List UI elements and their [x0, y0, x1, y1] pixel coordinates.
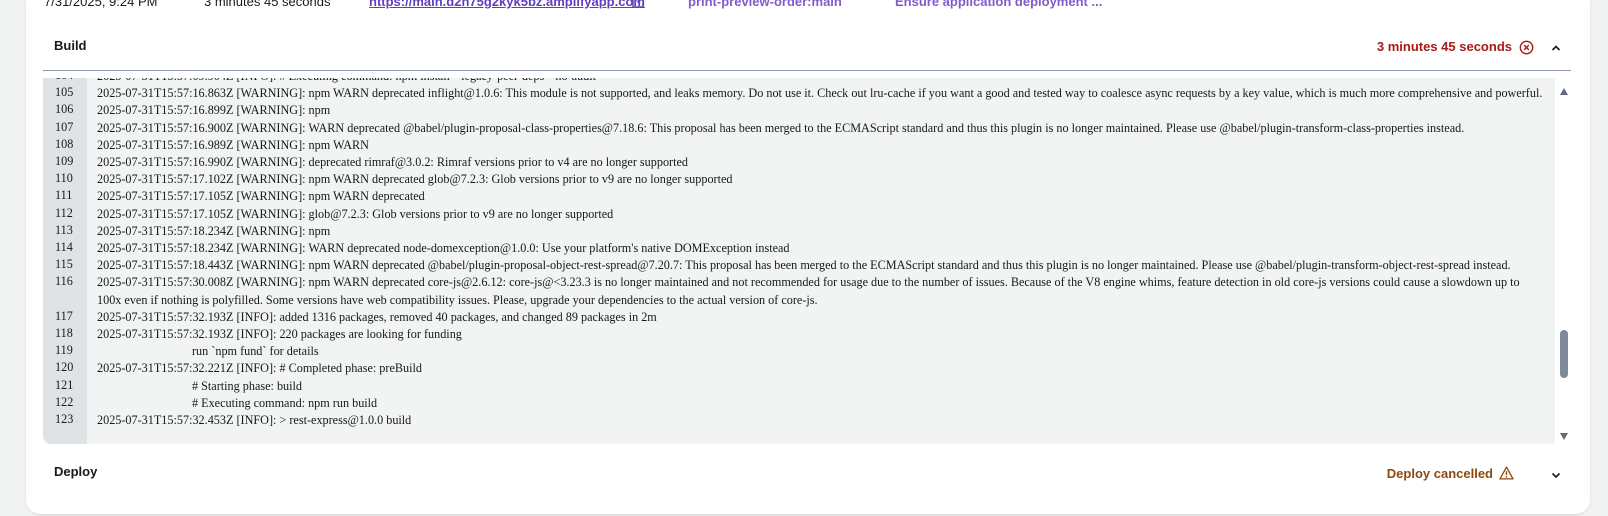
- scrollbar-thumb[interactable]: [1560, 330, 1568, 378]
- log-line-text: 2025-07-31T15:57:16.990Z [WARNING]: depr…: [97, 155, 689, 170]
- log-line-text: 2025-07-31T15:57:16.989Z [WARNING]: npm …: [97, 137, 369, 152]
- build-status-text: 3 minutes 45 seconds: [1376, 39, 1512, 54]
- log-line-number: 111: [55, 188, 73, 203]
- chevron-down-icon[interactable]: [1550, 469, 1562, 481]
- log-line-number: 112: [55, 205, 73, 220]
- deployment-date: 7/31/2025, 9:24 PM: [44, 0, 158, 9]
- log-lines: 104 2025-07-31T15:57:09.904Z [INFO]: # Ex…: [43, 78, 1555, 429]
- log-line-text: 2025-07-31T15:57:18.234Z [WARNING]: WARN…: [97, 241, 790, 256]
- log-line: 109 2025-07-31T15:57:16.990Z [WARNING]: d…: [43, 154, 1555, 171]
- log-line-number: 122: [55, 394, 74, 409]
- log-line-text: 2025-07-31T15:57:32.193Z [INFO]: 220 pac…: [97, 327, 462, 342]
- log-line: 112 2025-07-31T15:57:17.105Z [WARNING]: g…: [43, 206, 1555, 223]
- log-line-text: 2025-07-31T15:57:30.008Z [WARNING]: npm …: [97, 275, 1520, 307]
- log-line-number: 110: [55, 171, 73, 186]
- branch-link[interactable]: print-preview-order:main: [688, 0, 842, 9]
- log-line-number: 107: [55, 119, 74, 134]
- log-line-text: 2025-07-31T15:57:16.900Z [WARNING]: WARN…: [97, 120, 1465, 135]
- log-line-text: 2025-07-31T15:57:17.105Z [WARNING]: glob…: [97, 206, 614, 221]
- log-line-text: 2025-07-31T15:57:18.443Z [WARNING]: npm …: [97, 258, 1511, 273]
- log-line-number: 118: [55, 326, 73, 341]
- log-line-text: run `npm fund` for details: [192, 344, 319, 359]
- deployment-summary-row: 7/31/2025, 9:24 PM 3 minutes 45 seconds …: [26, 0, 1590, 10]
- warning-triangle-icon: [1499, 466, 1514, 480]
- log-line-number: 106: [55, 102, 74, 117]
- log-line: 106 2025-07-31T15:57:16.899Z [WARNING]: n…: [43, 102, 1555, 119]
- log-line-number: 114: [55, 240, 73, 255]
- external-link-icon[interactable]: [632, 0, 644, 8]
- log-line: 117 2025-07-31T15:57:32.193Z [INFO]: adde…: [43, 309, 1555, 326]
- log-scrollbar[interactable]: [1557, 86, 1571, 442]
- log-line-number: 113: [55, 222, 73, 237]
- log-line: 118 2025-07-31T15:57:32.193Z [INFO]: 220 …: [43, 326, 1555, 343]
- log-line: 121 # Starting phase: build: [43, 378, 1555, 395]
- log-line-text: 2025-07-31T15:57:32.221Z [INFO]: # Compl…: [97, 361, 422, 376]
- deploy-section-title: Deploy: [54, 464, 98, 479]
- log-line-number: 123: [55, 412, 74, 427]
- log-line-text: 2025-07-31T15:57:16.899Z [WARNING]: npm: [97, 103, 331, 118]
- log-line-number: 117: [55, 308, 73, 323]
- deployment-detail-panel: 7/31/2025, 9:24 PM 3 minutes 45 seconds …: [26, 0, 1590, 514]
- log-line: 113 2025-07-31T15:57:18.234Z [WARNING]: n…: [43, 223, 1555, 240]
- build-log-viewer[interactable]: 104 2025-07-31T15:57:09.904Z [INFO]: # Ex…: [43, 78, 1555, 444]
- section-divider: [43, 70, 1571, 71]
- chevron-up-icon[interactable]: [1550, 42, 1562, 54]
- log-line-number: 120: [55, 360, 74, 375]
- log-line: 114 2025-07-31T15:57:18.234Z [WARNING]: W…: [43, 240, 1555, 257]
- scroll-up-arrow-icon[interactable]: [1560, 88, 1568, 95]
- log-line-number: 121: [55, 377, 74, 392]
- log-line-text: # Starting phase: build: [192, 378, 303, 393]
- log-line-text: 2025-07-31T15:57:17.105Z [WARNING]: npm …: [97, 189, 425, 204]
- deploy-status-text: Deploy cancelled: [1386, 466, 1493, 481]
- log-line: 108 2025-07-31T15:57:16.989Z [WARNING]: n…: [43, 137, 1555, 154]
- commit-message-link[interactable]: Ensure application deployment ...: [895, 0, 1102, 9]
- log-line: 116 2025-07-31T15:57:30.008Z [WARNING]: n…: [43, 274, 1555, 308]
- log-line: 104 2025-07-31T15:57:09.904Z [INFO]: # Ex…: [43, 78, 1555, 85]
- log-line: 107 2025-07-31T15:57:16.900Z [WARNING]: W…: [43, 120, 1555, 137]
- log-line-text: 2025-07-31T15:57:17.102Z [WARNING]: npm …: [97, 172, 733, 187]
- log-line-text: 2025-07-31T15:57:09.904Z [INFO]: # Execu…: [97, 78, 1555, 85]
- deploy-section-header[interactable]: Deploy Deploy cancelled: [26, 458, 1590, 488]
- log-line: 119 run `npm fund` for details: [43, 343, 1555, 360]
- log-line: 120 2025-07-31T15:57:32.221Z [INFO]: # Co…: [43, 360, 1555, 377]
- log-line: 122 # Executing command: npm run build: [43, 395, 1555, 412]
- scroll-down-arrow-icon[interactable]: [1560, 433, 1568, 440]
- x-circle-icon: [1519, 40, 1534, 55]
- build-section-title: Build: [54, 38, 87, 53]
- log-line: 123 2025-07-31T15:57:32.453Z [INFO]: > re…: [43, 412, 1555, 429]
- log-line: 115 2025-07-31T15:57:18.443Z [WARNING]: n…: [43, 257, 1555, 274]
- log-line-number: 108: [55, 136, 74, 151]
- log-line-number: 115: [55, 257, 73, 272]
- log-line-number: 105: [55, 85, 74, 100]
- build-section-header[interactable]: Build 3 minutes 45 seconds: [26, 32, 1590, 62]
- log-line-text: 2025-07-31T15:57:16.863Z [WARNING]: npm …: [97, 86, 1543, 101]
- log-line-text: # Executing command: npm run build: [192, 395, 378, 410]
- log-line-text: 2025-07-31T15:57:18.234Z [WARNING]: npm: [97, 223, 331, 238]
- log-line-number: 104: [43, 78, 87, 83]
- log-line-text: 2025-07-31T15:57:32.193Z [INFO]: added 1…: [97, 309, 657, 324]
- log-line-number: 116: [55, 274, 73, 289]
- log-line-text: 2025-07-31T15:57:32.453Z [INFO]: > rest-…: [97, 413, 412, 428]
- deployment-duration: 3 minutes 45 seconds: [204, 0, 331, 9]
- log-line-number: 109: [55, 154, 74, 169]
- domain-link[interactable]: https://main.d2h75g2kyk5bz.amplifyapp.co…: [369, 0, 645, 9]
- log-line: 110 2025-07-31T15:57:17.102Z [WARNING]: n…: [43, 171, 1555, 188]
- log-line: 105 2025-07-31T15:57:16.863Z [WARNING]: n…: [43, 85, 1555, 102]
- log-line-number: 119: [55, 343, 73, 358]
- log-line: 111 2025-07-31T15:57:17.105Z [WARNING]: n…: [43, 188, 1555, 205]
